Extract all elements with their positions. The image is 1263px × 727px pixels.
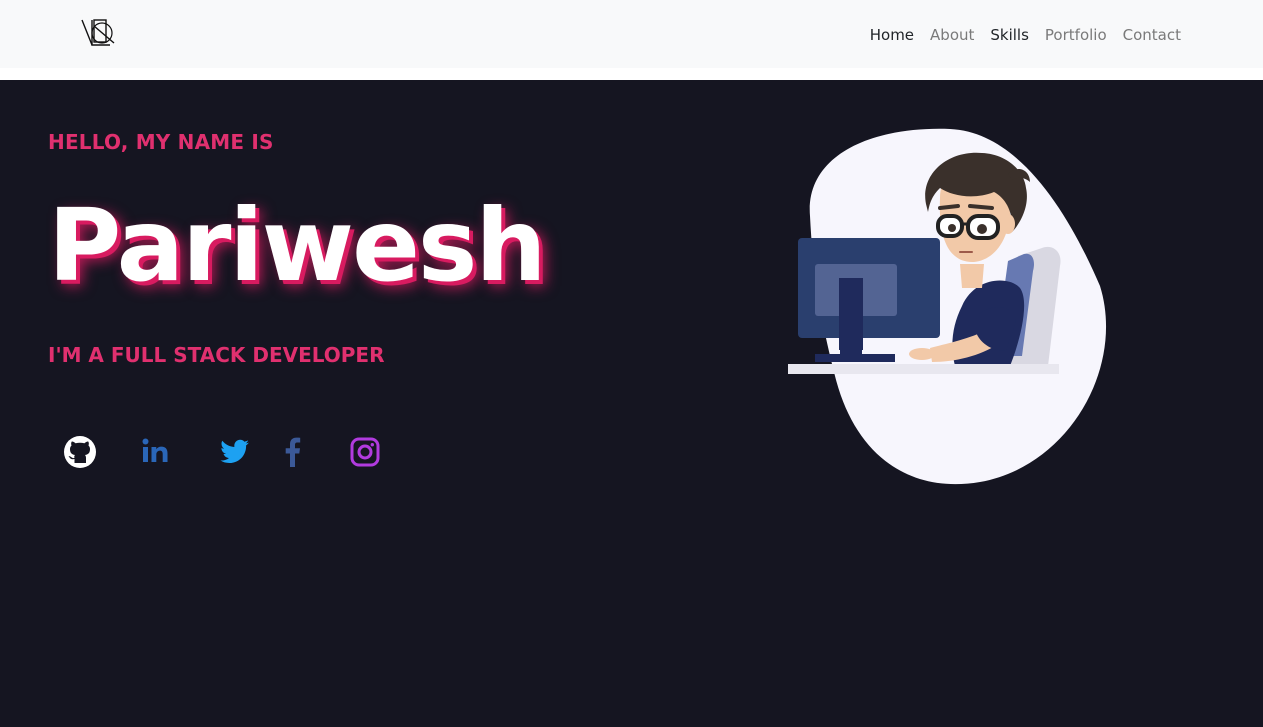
pv-monogram-logo[interactable] bbox=[80, 17, 116, 49]
github-link[interactable] bbox=[62, 434, 98, 470]
hero-section: HELLO, MY NAME IS Pariwesh I'M A FULL ST… bbox=[0, 80, 1263, 727]
nav-link-home[interactable]: Home bbox=[870, 25, 914, 45]
facebook-icon bbox=[285, 437, 301, 467]
hero-name: Pariwesh bbox=[48, 187, 547, 304]
nav-link-contact[interactable]: Contact bbox=[1123, 25, 1181, 45]
developer-at-computer-illustration bbox=[788, 128, 1107, 485]
twitter-link[interactable] bbox=[217, 434, 253, 470]
instagram-link[interactable] bbox=[347, 434, 383, 470]
instagram-icon bbox=[350, 437, 380, 467]
nav-links: Home About Skills Portfolio Contact bbox=[854, 25, 1181, 45]
facebook-link[interactable] bbox=[275, 434, 311, 470]
social-links bbox=[62, 434, 402, 470]
twitter-icon bbox=[220, 439, 249, 463]
github-icon bbox=[64, 436, 96, 468]
navbar: Home About Skills Portfolio Contact bbox=[0, 0, 1263, 68]
hero-greeting: HELLO, MY NAME IS bbox=[48, 130, 274, 154]
linkedin-link[interactable] bbox=[139, 434, 175, 470]
linkedin-icon bbox=[142, 438, 168, 462]
nav-link-portfolio[interactable]: Portfolio bbox=[1045, 25, 1107, 45]
nav-link-about[interactable]: About bbox=[930, 25, 974, 45]
hero-role: I'M A FULL STACK DEVELOPER bbox=[48, 343, 385, 367]
nav-link-skills[interactable]: Skills bbox=[990, 25, 1029, 45]
